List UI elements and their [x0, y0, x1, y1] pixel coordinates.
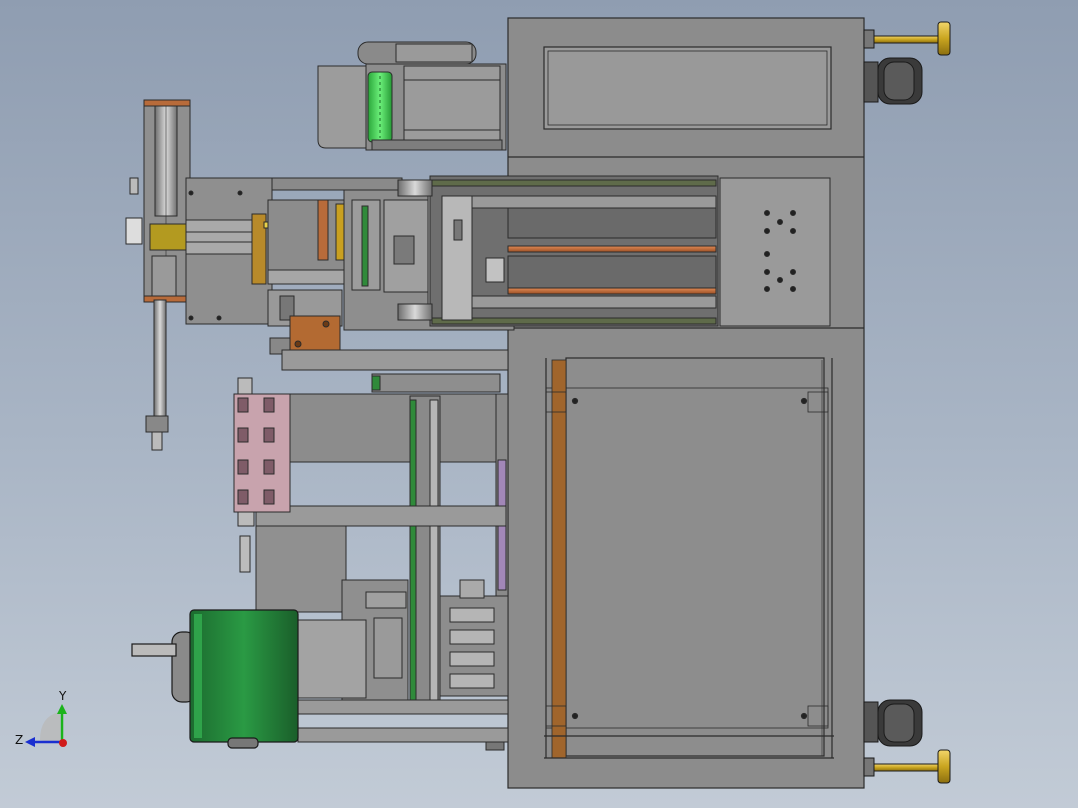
main-cabinet	[507, 17, 865, 789]
left-cylinder-column	[125, 99, 191, 451]
coordinate-triad-icon[interactable]: Y Z	[15, 689, 67, 747]
slide-end-plate	[719, 177, 831, 327]
axis-y-label: Y	[58, 689, 67, 703]
drive-motor	[131, 609, 299, 749]
roller-assembly	[317, 41, 507, 151]
caster-top	[863, 21, 951, 105]
caster-bottom	[863, 699, 951, 784]
axis-z-label: Z	[15, 733, 23, 747]
cad-viewport[interactable]: Y Z	[0, 0, 1078, 808]
machine-assembly-drawing: Y Z	[15, 17, 951, 789]
horizontal-slide	[343, 175, 719, 331]
